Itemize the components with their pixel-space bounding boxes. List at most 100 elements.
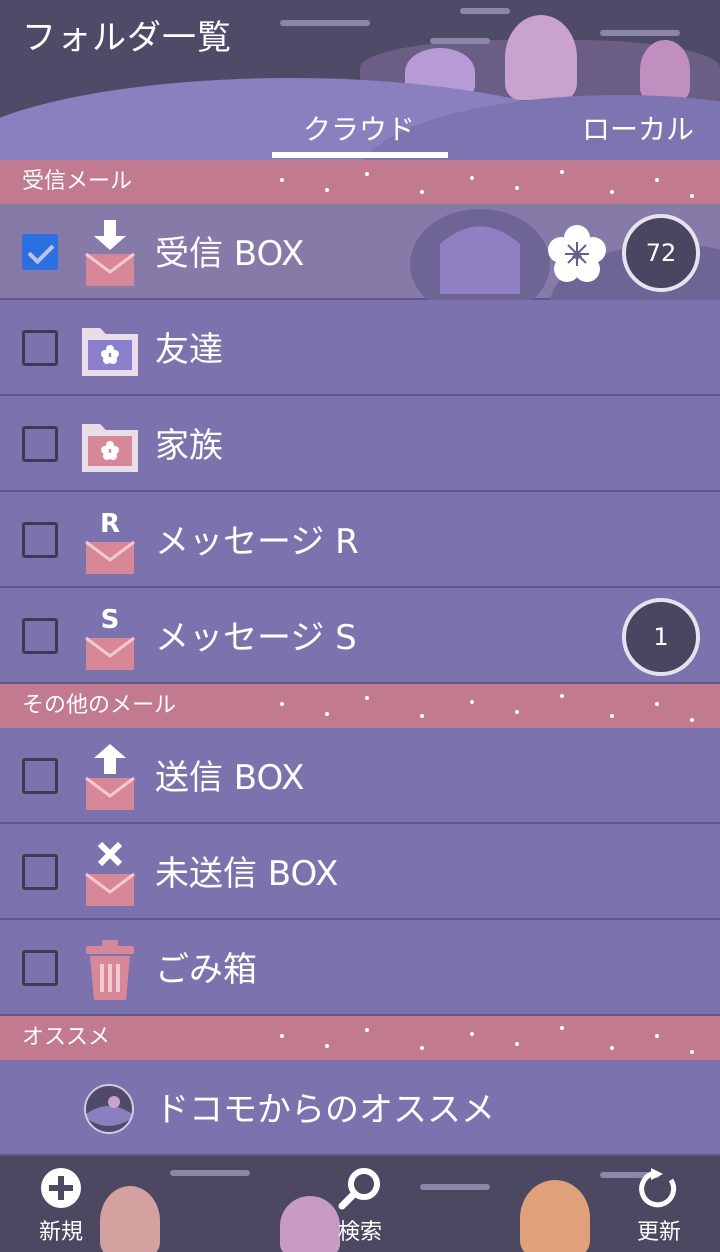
folder-checkbox[interactable] — [22, 234, 58, 270]
folder-row-message-s[interactable]: S メッセージ S 1 — [0, 588, 720, 684]
petal-dot — [610, 190, 614, 194]
tree-decoration — [100, 1186, 160, 1252]
docomo-recommend-icon — [84, 1084, 134, 1134]
petal-dot — [280, 702, 284, 706]
tab-cloud[interactable]: クラウド — [303, 108, 415, 148]
folder-label: メッセージ S — [155, 618, 357, 658]
folder-row-outbox[interactable]: 送信 BOX — [0, 728, 720, 824]
petal-dot — [690, 718, 694, 722]
section-header-received: 受信メール — [0, 160, 720, 204]
tree-decoration — [505, 15, 577, 100]
section-header-other: その他のメール — [0, 684, 720, 728]
folder-label: 未送信 BOX — [155, 854, 339, 894]
refresh-button[interactable]: 更新 — [614, 1166, 704, 1246]
petal-dot — [325, 188, 329, 192]
petal-dot — [280, 178, 284, 182]
folder-checkbox[interactable] — [22, 426, 58, 462]
folder-row-unsent[interactable]: 未送信 BOX — [0, 824, 720, 920]
petal-dot — [420, 1046, 424, 1050]
refresh-label: 更新 — [636, 1220, 681, 1245]
mail-r-icon: R — [85, 509, 135, 574]
petal-decoration — [270, 684, 720, 728]
folder-label: 受信 BOX — [155, 234, 305, 274]
cloud-decoration — [170, 1170, 250, 1176]
petal-dot — [325, 712, 329, 716]
folder-flower-icon — [82, 328, 138, 376]
folder-flower-icon — [82, 424, 138, 472]
section-label: 受信メール — [22, 169, 133, 194]
recommend-label: ドコモからのオススメ — [155, 1090, 495, 1130]
folder-row-message-r[interactable]: R メッセージ R — [0, 492, 720, 588]
search-label: 検索 — [337, 1220, 382, 1245]
app-header: フォルダ一覧 クラウド ローカル — [0, 0, 720, 160]
petal-dot — [655, 178, 659, 182]
bottom-toolbar: 新規 検索 更新 — [0, 1156, 720, 1252]
refresh-icon — [639, 1168, 677, 1208]
petal-dot — [470, 176, 474, 180]
search-icon — [338, 1168, 380, 1210]
tree-decoration — [640, 40, 690, 100]
section-label: その他のメール — [22, 693, 177, 718]
tree-decoration — [520, 1180, 590, 1252]
folder-label: 家族 — [155, 426, 223, 466]
inbox-download-icon — [85, 220, 135, 286]
mail-s-icon: S — [85, 605, 135, 670]
petal-dot — [515, 710, 519, 714]
cloud-decoration — [460, 8, 510, 14]
cloud-decoration — [420, 1184, 490, 1190]
petal-dot — [560, 170, 564, 174]
petal-dot — [560, 1026, 564, 1030]
petal-dot — [470, 1032, 474, 1036]
mail-x-icon — [85, 841, 135, 906]
petal-dot — [365, 696, 369, 700]
petal-decoration — [270, 160, 720, 204]
petal-dot — [655, 702, 659, 706]
cloud-decoration — [430, 38, 490, 44]
folder-checkbox[interactable] — [22, 618, 58, 654]
petal-dot — [655, 1034, 659, 1038]
folder-row-friends[interactable]: 友達 — [0, 300, 720, 396]
petal-dot — [365, 1028, 369, 1032]
petal-dot — [690, 194, 694, 198]
petal-dot — [325, 1044, 329, 1048]
petal-dot — [610, 1046, 614, 1050]
petal-dot — [420, 190, 424, 194]
plum-flower-icon — [548, 225, 606, 282]
section-header-recommend: オススメ — [0, 1016, 720, 1060]
new-mail-button[interactable]: 新規 — [16, 1166, 106, 1246]
outbox-upload-icon — [85, 744, 135, 810]
petal-dot — [690, 1050, 694, 1054]
folder-row-trash[interactable]: ごみ箱 — [0, 920, 720, 1016]
folder-label: メッセージ R — [155, 522, 359, 562]
folder-row-family[interactable]: 家族 — [0, 396, 720, 492]
cloud-decoration — [280, 20, 370, 26]
folder-checkbox[interactable] — [22, 330, 58, 366]
trash-icon — [86, 940, 134, 1000]
folder-checkbox[interactable] — [22, 522, 58, 558]
petal-dot — [420, 714, 424, 718]
folder-label: ごみ箱 — [155, 950, 257, 990]
svg-text:S: S — [101, 605, 120, 635]
svg-text:R: R — [100, 509, 120, 539]
active-tab-indicator — [272, 152, 448, 158]
unread-count-badge: 72 — [622, 214, 700, 292]
folder-checkbox[interactable] — [22, 950, 58, 986]
petal-decoration — [270, 1016, 720, 1060]
petal-dot — [515, 186, 519, 190]
folder-label: 送信 BOX — [155, 758, 305, 798]
recommend-row-docomo[interactable]: ドコモからのオススメ — [0, 1060, 720, 1156]
petal-dot — [610, 714, 614, 718]
petal-dot — [280, 1034, 284, 1038]
folder-row-inbox[interactable]: 受信 BOX 72 — [0, 204, 720, 300]
petal-dot — [515, 1042, 519, 1046]
page-title: フォルダ一覧 — [22, 18, 232, 58]
petal-dot — [560, 694, 564, 698]
petal-dot — [365, 172, 369, 176]
folder-checkbox[interactable] — [22, 758, 58, 794]
unread-count-badge: 1 — [622, 598, 700, 676]
tab-local[interactable]: ローカル — [582, 108, 694, 148]
search-button[interactable]: 検索 — [315, 1166, 405, 1246]
folder-checkbox[interactable] — [22, 854, 58, 890]
petal-dot — [470, 700, 474, 704]
section-label: オススメ — [22, 1025, 111, 1050]
